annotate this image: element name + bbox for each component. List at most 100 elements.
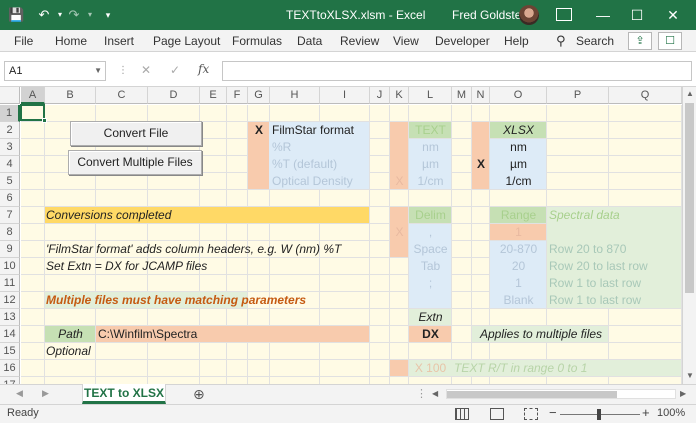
column-header-l[interactable]: L: [409, 87, 452, 104]
hscroll-right-icon[interactable]: ▶: [680, 389, 686, 398]
cell-h3[interactable]: %R: [270, 139, 370, 156]
column-header-n[interactable]: N: [472, 87, 490, 104]
cell-p10[interactable]: Row 20 to last row: [547, 258, 682, 275]
row-header-8[interactable]: 8: [0, 224, 20, 241]
cell-k8[interactable]: X: [390, 224, 409, 241]
cell-m16[interactable]: TEXT R/T in range 0 to 1: [452, 360, 682, 377]
cell-o12[interactable]: Blank: [490, 292, 547, 309]
column-header-a[interactable]: A: [21, 87, 45, 104]
convert-multiple-files-button[interactable]: Convert Multiple Files: [68, 150, 202, 175]
row-header-17[interactable]: 17: [0, 377, 20, 384]
column-header-h[interactable]: H: [270, 87, 320, 104]
cell-b7[interactable]: Conversions completed: [45, 207, 227, 224]
cell-o3[interactable]: nm: [490, 139, 547, 156]
tab-help[interactable]: Help: [504, 30, 529, 52]
cell-l8[interactable]: ,: [409, 224, 452, 241]
normal-view-icon[interactable]: [455, 408, 469, 420]
avatar[interactable]: [519, 5, 539, 25]
close-button[interactable]: ✕: [650, 0, 696, 30]
tab-view[interactable]: View: [393, 30, 419, 52]
tab-developer[interactable]: Developer: [435, 30, 490, 52]
row-header-10[interactable]: 10: [0, 258, 20, 275]
row-header-2[interactable]: 2: [0, 122, 20, 139]
cell-l3[interactable]: nm: [409, 139, 452, 156]
cell-l2[interactable]: TEXT: [409, 122, 452, 139]
row-header-11[interactable]: 11: [0, 275, 20, 292]
column-header-j[interactable]: J: [370, 87, 390, 104]
search-icon[interactable]: ⚲: [556, 30, 566, 52]
cell-h2[interactable]: FilmStar format: [270, 122, 370, 139]
name-box[interactable]: A1 ▼: [4, 61, 106, 81]
formula-bar-grip-icon[interactable]: ⋮: [118, 63, 128, 79]
row-header-16[interactable]: 16: [0, 360, 20, 377]
cell-o5[interactable]: 1/cm: [490, 173, 547, 190]
cell-p9[interactable]: Row 20 to 870: [547, 241, 682, 258]
cell-k5[interactable]: X: [390, 173, 409, 190]
hscroll-left-icon[interactable]: ◀: [432, 389, 438, 398]
enter-icon[interactable]: ✓: [170, 63, 180, 77]
cell-b14[interactable]: Path: [45, 326, 96, 343]
sheet-tab-active[interactable]: TEXT to XLSX: [82, 384, 166, 404]
column-header-o[interactable]: O: [490, 87, 547, 104]
column-header-g[interactable]: G: [248, 87, 270, 104]
column-header-p[interactable]: P: [547, 87, 609, 104]
column-header-e[interactable]: E: [200, 87, 227, 104]
cell-o11[interactable]: 1: [490, 275, 547, 292]
scroll-thumb[interactable]: [685, 103, 694, 293]
row-header-15[interactable]: 15: [0, 343, 20, 360]
insert-function-icon[interactable]: fx: [198, 62, 209, 76]
cell-l16[interactable]: X 100: [409, 360, 452, 377]
fill-handle[interactable]: [42, 118, 47, 123]
column-header-i[interactable]: I: [320, 87, 370, 104]
cell-l10[interactable]: Tab: [409, 258, 452, 275]
row-header-6[interactable]: 6: [0, 190, 20, 207]
cell-b12[interactable]: Multiple files must have matching parame…: [45, 292, 306, 309]
tab-home[interactable]: Home: [55, 30, 87, 52]
cell-c14[interactable]: C:\Winfilm\Spectra: [96, 326, 370, 343]
cell-l14[interactable]: DX: [409, 326, 452, 343]
cell-b15[interactable]: Optional: [45, 343, 96, 360]
cell-o4[interactable]: µm: [490, 156, 547, 173]
cell-n14[interactable]: Applies to multiple files: [472, 326, 609, 343]
cell-o8[interactable]: 1: [490, 224, 547, 241]
cell-b9[interactable]: 'FilmStar format' adds column headers, e…: [45, 241, 370, 258]
column-header-m[interactable]: M: [452, 87, 472, 104]
cell-o10[interactable]: 20: [490, 258, 547, 275]
zoom-in-button[interactable]: +: [642, 405, 650, 420]
search-label[interactable]: Search: [576, 30, 614, 52]
cell-l13[interactable]: Extn: [409, 309, 452, 326]
hscroll-thumb[interactable]: [447, 391, 617, 398]
convert-file-button[interactable]: Convert File: [70, 121, 202, 146]
column-header-k[interactable]: K: [390, 87, 409, 104]
tab-data[interactable]: Data: [297, 30, 322, 52]
cell-l5[interactable]: 1/cm: [409, 173, 452, 190]
cell-l7[interactable]: Delim: [409, 207, 452, 224]
row-header-5[interactable]: 5: [0, 173, 20, 190]
cell-n4[interactable]: X: [472, 156, 490, 173]
cell-l9[interactable]: Space: [409, 241, 452, 258]
cell-l11[interactable]: ;: [409, 275, 452, 292]
tab-review[interactable]: Review: [340, 30, 379, 52]
customize-qat-icon[interactable]: ▾: [100, 7, 116, 23]
tab-page-layout[interactable]: Page Layout: [153, 30, 220, 52]
save-icon[interactable]: 💾: [8, 7, 24, 23]
tab-formulas[interactable]: Formulas: [232, 30, 282, 52]
row-header-12[interactable]: 12: [0, 292, 20, 309]
cell-l4[interactable]: µm: [409, 156, 452, 173]
sheet-next-icon[interactable]: ▶: [42, 388, 49, 399]
tab-insert[interactable]: Insert: [104, 30, 134, 52]
cell-o7[interactable]: Range: [490, 207, 547, 224]
column-header-b[interactable]: B: [45, 87, 96, 104]
sheet-more-icon[interactable]: ⋮: [416, 387, 427, 400]
redo-icon[interactable]: ↷: [66, 7, 82, 23]
row-header-9[interactable]: 9: [0, 241, 20, 258]
cell-b10[interactable]: Set Extn = DX for JCAMP files: [45, 258, 227, 275]
vertical-scrollbar[interactable]: ▲ ▼: [682, 87, 696, 384]
select-all-corner[interactable]: [0, 87, 20, 104]
horizontal-scrollbar[interactable]: [446, 389, 676, 399]
redo-dropdown-icon[interactable]: ▾: [82, 7, 98, 23]
row-header-1[interactable]: 1: [0, 105, 20, 122]
row-header-7[interactable]: 7: [0, 207, 20, 224]
zoom-out-button[interactable]: −: [549, 405, 557, 420]
cell-o9[interactable]: 20-870: [490, 241, 547, 258]
